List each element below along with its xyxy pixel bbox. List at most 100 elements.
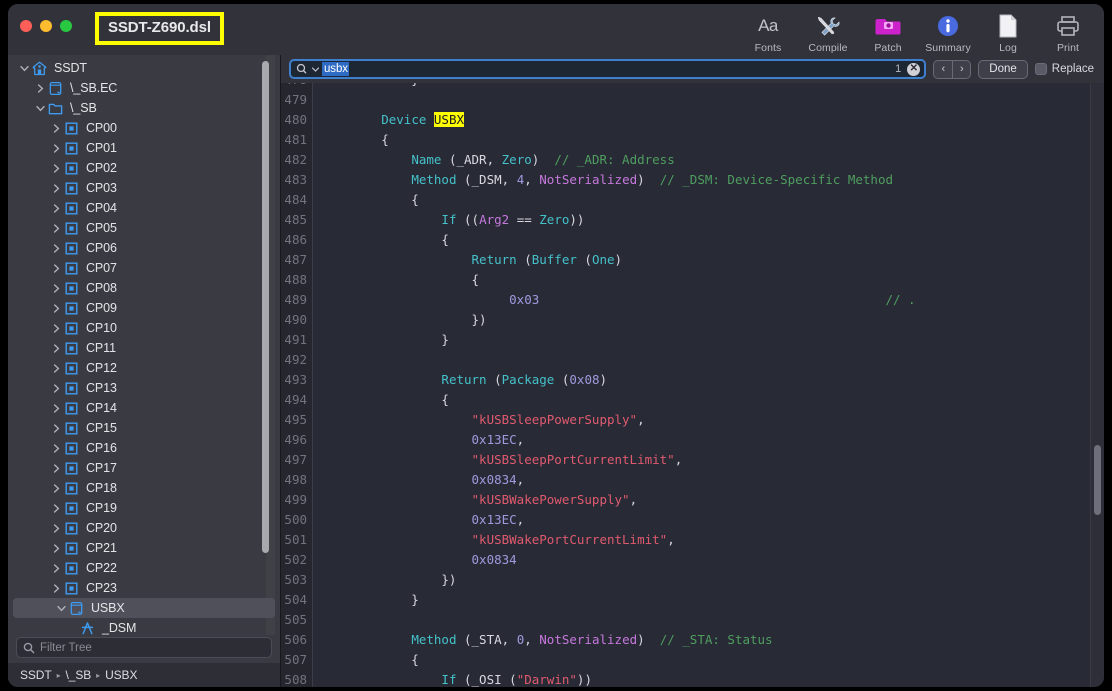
code-line[interactable]: { <box>313 130 389 150</box>
chevron-down-icon[interactable] <box>55 605 67 612</box>
toolbar-item-log[interactable]: Log <box>978 8 1038 54</box>
chevron-right-icon[interactable] <box>50 503 62 513</box>
tree-item-cp05[interactable]: CP05 <box>8 218 280 238</box>
chevron-right-icon[interactable] <box>34 83 46 93</box>
code-line[interactable]: "kUSBSleepPortCurrentLimit", <box>313 450 683 470</box>
code-line[interactable]: { <box>313 230 449 250</box>
chevron-right-icon[interactable] <box>50 583 62 593</box>
toolbar-item-patch[interactable]: Patch <box>858 8 918 54</box>
chevron-right-icon[interactable] <box>50 323 62 333</box>
code-line[interactable]: { <box>313 390 449 410</box>
find-previous-button[interactable]: ‹ <box>934 61 952 78</box>
search-input[interactable]: usbx 1 ✕ <box>289 59 927 79</box>
code-line[interactable]: Return (Buffer (One) <box>313 250 623 270</box>
code-line[interactable]: Return (Package (0x08) <box>313 370 607 390</box>
tree-item-ssdt[interactable]: SSDT <box>8 58 280 78</box>
breadcrumb-segment[interactable]: SSDT <box>20 668 52 682</box>
code-line[interactable]: 0x03 // . <box>313 290 915 310</box>
code-line[interactable]: If (_OSI ("Darwin")) <box>313 670 592 687</box>
tree-item-cp01[interactable]: CP01 <box>8 138 280 158</box>
chevron-right-icon[interactable] <box>50 123 62 133</box>
tree-item-cp12[interactable]: CP12 <box>8 358 280 378</box>
code-line[interactable]: 0x13EC, <box>313 510 525 530</box>
replace-checkbox[interactable] <box>1034 63 1047 75</box>
editor-scrollbar-track[interactable] <box>1090 83 1104 687</box>
toolbar-item-fonts[interactable]: Aa Fonts <box>738 8 798 54</box>
chevron-right-icon[interactable] <box>50 283 62 293</box>
chevron-right-icon[interactable] <box>50 203 62 213</box>
code-line[interactable]: { <box>313 650 419 670</box>
tree-item-cp07[interactable]: CP07 <box>8 258 280 278</box>
code-line[interactable]: "kUSBSleepPowerSupply", <box>313 410 645 430</box>
minimize-window-button[interactable] <box>40 20 52 32</box>
code-line[interactable]: } <box>313 330 449 350</box>
chevron-right-icon[interactable] <box>50 143 62 153</box>
tree-item-cp08[interactable]: CP08 <box>8 278 280 298</box>
toolbar-item-summary[interactable]: Summary <box>918 8 978 54</box>
tree-item-cp09[interactable]: CP09 <box>8 298 280 318</box>
chevron-down-icon[interactable] <box>18 65 30 72</box>
code-line[interactable] <box>313 610 321 630</box>
code-text[interactable]: } Device USBX { Name (_ADR, Zero) // _AD… <box>313 83 1104 687</box>
toolbar-item-print[interactable]: Print <box>1038 8 1098 54</box>
tree-item-cp02[interactable]: CP02 <box>8 158 280 178</box>
chevron-right-icon[interactable] <box>50 263 62 273</box>
chevron-right-icon[interactable] <box>50 423 62 433</box>
code-line[interactable]: 0x13EC, <box>313 430 525 450</box>
tree-item-cp14[interactable]: CP14 <box>8 398 280 418</box>
code-line[interactable]: } <box>313 590 419 610</box>
tree-item-cp20[interactable]: CP20 <box>8 518 280 538</box>
toolbar-item-compile[interactable]: Compile <box>798 8 858 54</box>
find-next-button[interactable]: › <box>952 60 970 78</box>
code-line[interactable]: }) <box>313 310 487 330</box>
code-line[interactable]: "kUSBWakePortCurrentLimit", <box>313 530 675 550</box>
chevron-right-icon[interactable] <box>50 483 62 493</box>
tree-item-cp22[interactable]: CP22 <box>8 558 280 578</box>
tree-item-cp16[interactable]: CP16 <box>8 438 280 458</box>
chevron-right-icon[interactable] <box>50 383 62 393</box>
tree-item-cp06[interactable]: CP06 <box>8 238 280 258</box>
tree-view[interactable]: SSDT \_SB.EC \_SB CP00 CP01 CP02 CP03 CP04 CP05 C… <box>8 55 280 635</box>
tree-item-usbx[interactable]: USBX <box>13 598 275 618</box>
chevron-right-icon[interactable] <box>50 463 62 473</box>
code-line[interactable]: Name (_ADR, Zero) // _ADR: Address <box>313 150 674 170</box>
tree-item-cp21[interactable]: CP21 <box>8 538 280 558</box>
tree-item-sb[interactable]: \_SB <box>8 98 280 118</box>
chevron-right-icon[interactable] <box>50 243 62 253</box>
replace-toggle[interactable]: Replace <box>1034 63 1096 75</box>
maximize-window-button[interactable] <box>60 20 72 32</box>
tree-item-cp19[interactable]: CP19 <box>8 498 280 518</box>
filter-tree-input[interactable]: Filter Tree <box>16 637 272 658</box>
breadcrumb-segment[interactable]: USBX <box>105 668 137 682</box>
clear-search-button[interactable]: ✕ <box>907 62 921 76</box>
tree-item-cp13[interactable]: CP13 <box>8 378 280 398</box>
code-line[interactable]: 0x0834 <box>313 550 517 570</box>
done-button[interactable]: Done <box>978 59 1028 79</box>
tree-item-cp04[interactable]: CP04 <box>8 198 280 218</box>
code-line[interactable] <box>313 350 321 370</box>
tree-item-cp15[interactable]: CP15 <box>8 418 280 438</box>
code-line[interactable]: Method (_STA, 0, NotSerialized) // _STA:… <box>313 630 772 650</box>
code-line[interactable] <box>313 90 321 110</box>
tree-item-cp18[interactable]: CP18 <box>8 478 280 498</box>
find-nav-segmented-control[interactable]: ‹ › <box>933 59 972 79</box>
tree-item-cp10[interactable]: CP10 <box>8 318 280 338</box>
chevron-right-icon[interactable] <box>50 343 62 353</box>
chevron-right-icon[interactable] <box>50 403 62 413</box>
chevron-right-icon[interactable] <box>50 563 62 573</box>
tree-item-cp17[interactable]: CP17 <box>8 458 280 478</box>
code-line[interactable]: If ((Arg2 == Zero)) <box>313 210 584 230</box>
code-line[interactable]: { <box>313 270 480 290</box>
breadcrumb-segment[interactable]: \_SB <box>66 668 92 682</box>
code-line[interactable]: Method (_DSM, 4, NotSerialized) // _DSM:… <box>313 170 893 190</box>
code-line[interactable]: }) <box>313 570 456 590</box>
code-line[interactable]: } <box>313 83 419 90</box>
code-line[interactable]: 0x0834, <box>313 470 525 490</box>
tree-item-cp03[interactable]: CP03 <box>8 178 280 198</box>
magnifier-dropdown-icon[interactable] <box>296 63 309 75</box>
tree-item-dsm[interactable]: _DSM <box>8 618 280 635</box>
chevron-right-icon[interactable] <box>50 303 62 313</box>
tree-item-sbec[interactable]: \_SB.EC <box>8 78 280 98</box>
tree-item-cp00[interactable]: CP00 <box>8 118 280 138</box>
code-line[interactable]: "kUSBWakePowerSupply", <box>313 490 638 510</box>
